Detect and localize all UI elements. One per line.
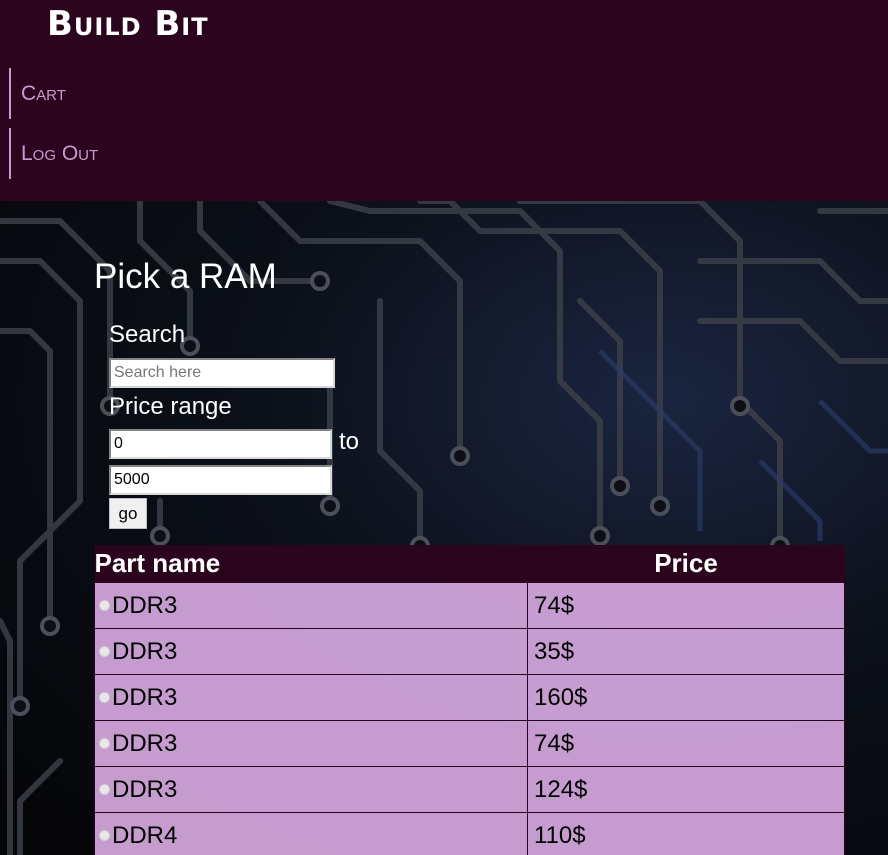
part-name: DDR3 (112, 637, 178, 665)
select-radio[interactable] (99, 599, 110, 611)
price-cell: 35$ (527, 628, 845, 675)
part-name: DDR3 (112, 775, 178, 803)
go-button[interactable]: go (109, 498, 147, 529)
price-cell: 124$ (527, 766, 845, 813)
part-name-cell: DDR3 (94, 674, 528, 721)
price-cell: 110$ (527, 812, 845, 855)
part-name-cell: DDR3 (94, 766, 528, 813)
max-price-input[interactable] (109, 465, 332, 495)
table-row[interactable]: DDR3 124$ (94, 766, 845, 813)
part-name: DDR3 (112, 683, 178, 711)
search-input[interactable] (109, 358, 335, 388)
price-range-label: Price range (109, 393, 232, 420)
nav-cart-link[interactable]: Cart (9, 68, 209, 119)
part-name-cell: DDR3 (94, 582, 528, 629)
column-header-price: Price (527, 545, 845, 583)
table-header-row: Part name Price (94, 545, 845, 583)
to-label: to (339, 428, 360, 455)
select-radio[interactable] (99, 829, 110, 841)
table-row[interactable]: DDR3 74$ (94, 720, 845, 767)
search-label: Search (109, 321, 186, 348)
part-name-cell: DDR3 (94, 720, 528, 767)
brand-logo[interactable]: Build Bit (47, 4, 209, 44)
parts-table: Part name Price DDR3 74$ DDR3 35$ DDR3 1… (94, 545, 845, 855)
part-name: DDR3 (112, 591, 178, 619)
nav-logout-link[interactable]: Log Out (9, 128, 209, 179)
select-radio[interactable] (99, 691, 110, 703)
price-cell: 160$ (527, 674, 845, 721)
part-name-cell: DDR3 (94, 628, 528, 675)
min-price-input[interactable] (109, 429, 332, 459)
page-title: Pick a RAM (94, 257, 277, 296)
table-row[interactable]: DDR3 35$ (94, 628, 845, 675)
table-row[interactable]: DDR4 110$ (94, 812, 845, 855)
part-name: DDR4 (112, 821, 178, 849)
column-header-part-name: Part name (94, 545, 528, 583)
part-name-cell: DDR4 (94, 812, 528, 855)
select-radio[interactable] (99, 783, 110, 795)
part-name: DDR3 (112, 729, 178, 757)
site-header: Build Bit Cart Log Out (0, 0, 888, 201)
price-cell: 74$ (527, 720, 845, 767)
price-cell: 74$ (527, 582, 845, 629)
table-row[interactable]: DDR3 74$ (94, 582, 845, 629)
select-radio[interactable] (99, 737, 110, 749)
table-row[interactable]: DDR3 160$ (94, 674, 845, 721)
select-radio[interactable] (99, 645, 110, 657)
